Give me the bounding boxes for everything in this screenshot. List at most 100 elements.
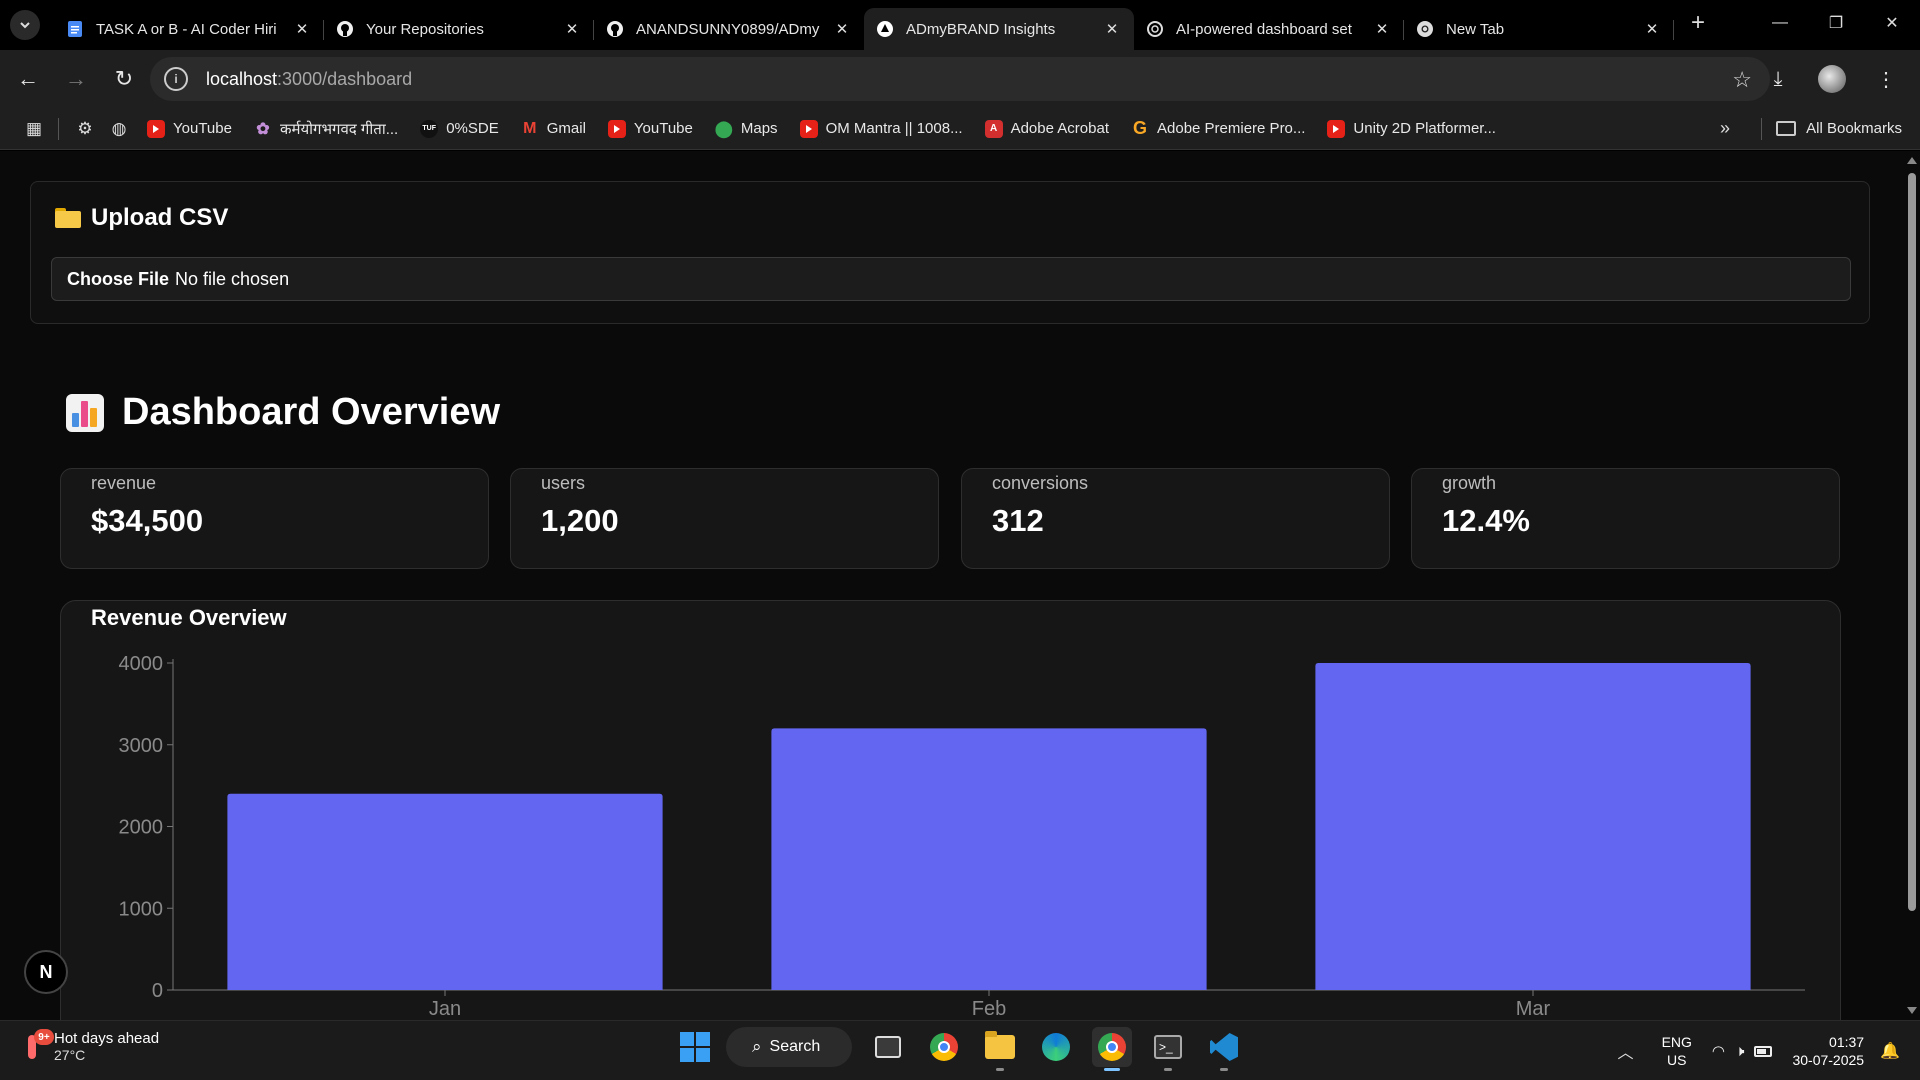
taskbar: 9+ Hot days ahead 27°C ⌕ Search >_ ︿ ENG … <box>0 1020 1920 1080</box>
reload-button[interactable]: ↻ <box>104 59 144 99</box>
weather-text: Hot days ahead 27°C <box>54 1030 159 1063</box>
bookmark-item[interactable]: OM Mantra || 1008... <box>799 119 963 138</box>
bookmark-item[interactable]: M Gmail <box>521 120 586 138</box>
globe-icon[interactable]: ◍ <box>105 115 133 143</box>
new-tab-button[interactable]: + <box>1682 7 1714 39</box>
stat-value: 12.4% <box>1442 503 1530 538</box>
vscode-app[interactable] <box>1204 1027 1244 1071</box>
scroll-down-icon[interactable] <box>1907 1007 1917 1014</box>
bookmark-item[interactable]: YouTube <box>607 119 693 138</box>
bookmark-item[interactable]: ✿ कर्मयोगभगवद गीता... <box>254 119 398 139</box>
bookmark-item[interactable]: A Adobe Acrobat <box>984 119 1109 138</box>
bookmark-item[interactable]: ⬤ Maps <box>715 120 778 138</box>
close-window-button[interactable]: ✕ <box>1864 0 1920 46</box>
nextjs-badge-letter: N <box>39 961 53 982</box>
tab-title: New Tab <box>1446 20 1505 38</box>
close-tab-icon[interactable]: ✕ <box>832 19 852 39</box>
youtube-icon <box>607 119 626 138</box>
bookmark-label: YouTube <box>173 120 232 137</box>
close-tab-icon[interactable]: ✕ <box>1102 19 1122 39</box>
clock-time: 01:37 <box>1829 1034 1865 1050</box>
task-view-app[interactable] <box>868 1027 908 1067</box>
running-indicator <box>1164 1068 1172 1071</box>
close-tab-icon[interactable]: ✕ <box>562 19 582 39</box>
y-tick-label: 3000 <box>119 735 164 757</box>
bookmark-label: Maps <box>740 120 778 137</box>
windows-start-icon[interactable] <box>680 1032 710 1062</box>
weather-widget[interactable]: 9+ Hot days ahead 27°C <box>24 1029 159 1063</box>
browser-toolbar: ← → ↻ i localhost:3000/dashboard ☆ ⤓ ⋮ <box>0 50 1920 108</box>
more-bookmarks-icon[interactable]: » <box>1720 118 1730 139</box>
clock[interactable]: 01:37 30-07-2025 <box>1792 1033 1864 1069</box>
address-bar[interactable]: i localhost:3000/dashboard ☆ <box>150 57 1770 101</box>
tray-overflow-icon[interactable]: ︿ <box>1618 1039 1634 1063</box>
bookmark-item[interactable]: G Adobe Premiere Pro... <box>1131 118 1305 138</box>
gear-icon[interactable]: ⚙ <box>71 115 99 143</box>
bookmark-item[interactable]: Unity 2D Platformer... <box>1327 119 1496 138</box>
bookmark-separator <box>58 117 59 140</box>
chrome-app[interactable] <box>924 1027 964 1067</box>
page-scrollbar[interactable] <box>1904 151 1920 1020</box>
language-indicator[interactable]: ENG US <box>1662 1033 1692 1069</box>
youtube-icon <box>1327 119 1346 138</box>
apps-grid-icon[interactable]: ▦ <box>20 115 48 143</box>
bookmark-label: OM Mantra || 1008... <box>825 120 963 137</box>
x-tick-label: Feb <box>972 998 1006 1020</box>
bar-chart-icon <box>66 393 104 432</box>
bookmark-item[interactable]: TUF 0%SDE <box>420 119 499 138</box>
file-status-text: No file chosen <box>175 268 290 289</box>
bookmark-item[interactable]: YouTube <box>147 119 232 138</box>
close-tab-icon[interactable]: ✕ <box>1642 19 1662 39</box>
youtube-icon <box>799 119 818 138</box>
all-bookmarks-button[interactable]: All Bookmarks <box>1776 120 1902 137</box>
url-text[interactable]: localhost:3000/dashboard <box>206 69 412 90</box>
folder-icon <box>55 208 81 228</box>
notification-bell-icon[interactable]: 🔔 <box>1880 1041 1900 1061</box>
browser-tab[interactable]: Your Repositories ✕ <box>324 8 594 50</box>
nextjs-dev-badge[interactable]: N <box>24 950 68 994</box>
scrollbar-thumb[interactable] <box>1908 173 1916 911</box>
browser-tab[interactable]: ANANDSUNNY0899/ADmy ✕ <box>594 8 864 50</box>
terminal-app[interactable]: >_ <box>1148 1027 1188 1071</box>
tab-search-button[interactable] <box>10 10 40 40</box>
scroll-up-icon[interactable] <box>1907 157 1917 164</box>
tab-title: TASK A or B - AI Coder Hiri <box>96 20 277 38</box>
bookmark-star-icon[interactable]: ☆ <box>1732 67 1752 93</box>
terminal-icon: >_ <box>1154 1035 1182 1059</box>
menu-icon[interactable]: ⋮ <box>1866 59 1906 99</box>
browser-tab[interactable]: New Tab ✕ <box>1404 8 1674 50</box>
site-info-icon[interactable]: i <box>164 67 188 91</box>
tab-title: AI-powered dashboard set <box>1176 20 1352 38</box>
chrome-profile-app[interactable] <box>1092 1027 1132 1071</box>
quick-settings[interactable]: ◠ 🕨 <box>1712 1042 1773 1060</box>
page-title: Dashboard Overview <box>66 391 500 434</box>
restore-button[interactable]: ❐ <box>1808 0 1864 46</box>
system-tray: ︿ ENG US ◠ 🕨 01:37 30-07-2025 🔔 <box>1618 1027 1900 1075</box>
bookmark-list: YouTube ✿ कर्मयोगभगवद गीता... TUF 0%SDE M Gmai… <box>147 118 1518 139</box>
x-tick-label: Mar <box>1516 998 1551 1020</box>
volume-muted-icon: 🕨 <box>1735 1042 1745 1060</box>
notification-badge: 9+ <box>34 1029 54 1045</box>
choose-file-button[interactable]: Choose File <box>67 269 169 290</box>
close-tab-icon[interactable]: ✕ <box>1372 19 1392 39</box>
file-explorer-app[interactable] <box>980 1027 1020 1071</box>
back-button[interactable]: ← <box>8 59 48 99</box>
browser-tab[interactable]: TASK A or B - AI Coder Hiri ✕ <box>54 8 324 50</box>
minimize-button[interactable]: — <box>1752 0 1808 46</box>
stat-label: users <box>541 473 586 493</box>
browser-tab[interactable]: AI-powered dashboard set ✕ <box>1134 8 1404 50</box>
profile-button[interactable] <box>1812 59 1852 99</box>
browser-tab[interactable]: ADmyBRAND Insights ✕ <box>864 8 1134 50</box>
stat-label: revenue <box>91 473 157 493</box>
taskbar-search[interactable]: ⌕ Search <box>726 1027 852 1067</box>
google-icon: G <box>1132 118 1147 138</box>
x-tick-label: Jan <box>429 998 461 1020</box>
tab-title: ADmyBRAND Insights <box>906 20 1056 38</box>
csv-file-input[interactable]: Choose File No file chosen <box>51 257 1851 301</box>
bookmark-label: YouTube <box>633 120 693 137</box>
download-icon[interactable]: ⤓ <box>1758 59 1798 99</box>
forward-button[interactable]: → <box>56 59 96 99</box>
close-tab-icon[interactable]: ✕ <box>292 19 312 39</box>
y-tick-label: 4000 <box>119 653 164 675</box>
edge-app[interactable] <box>1036 1027 1076 1067</box>
